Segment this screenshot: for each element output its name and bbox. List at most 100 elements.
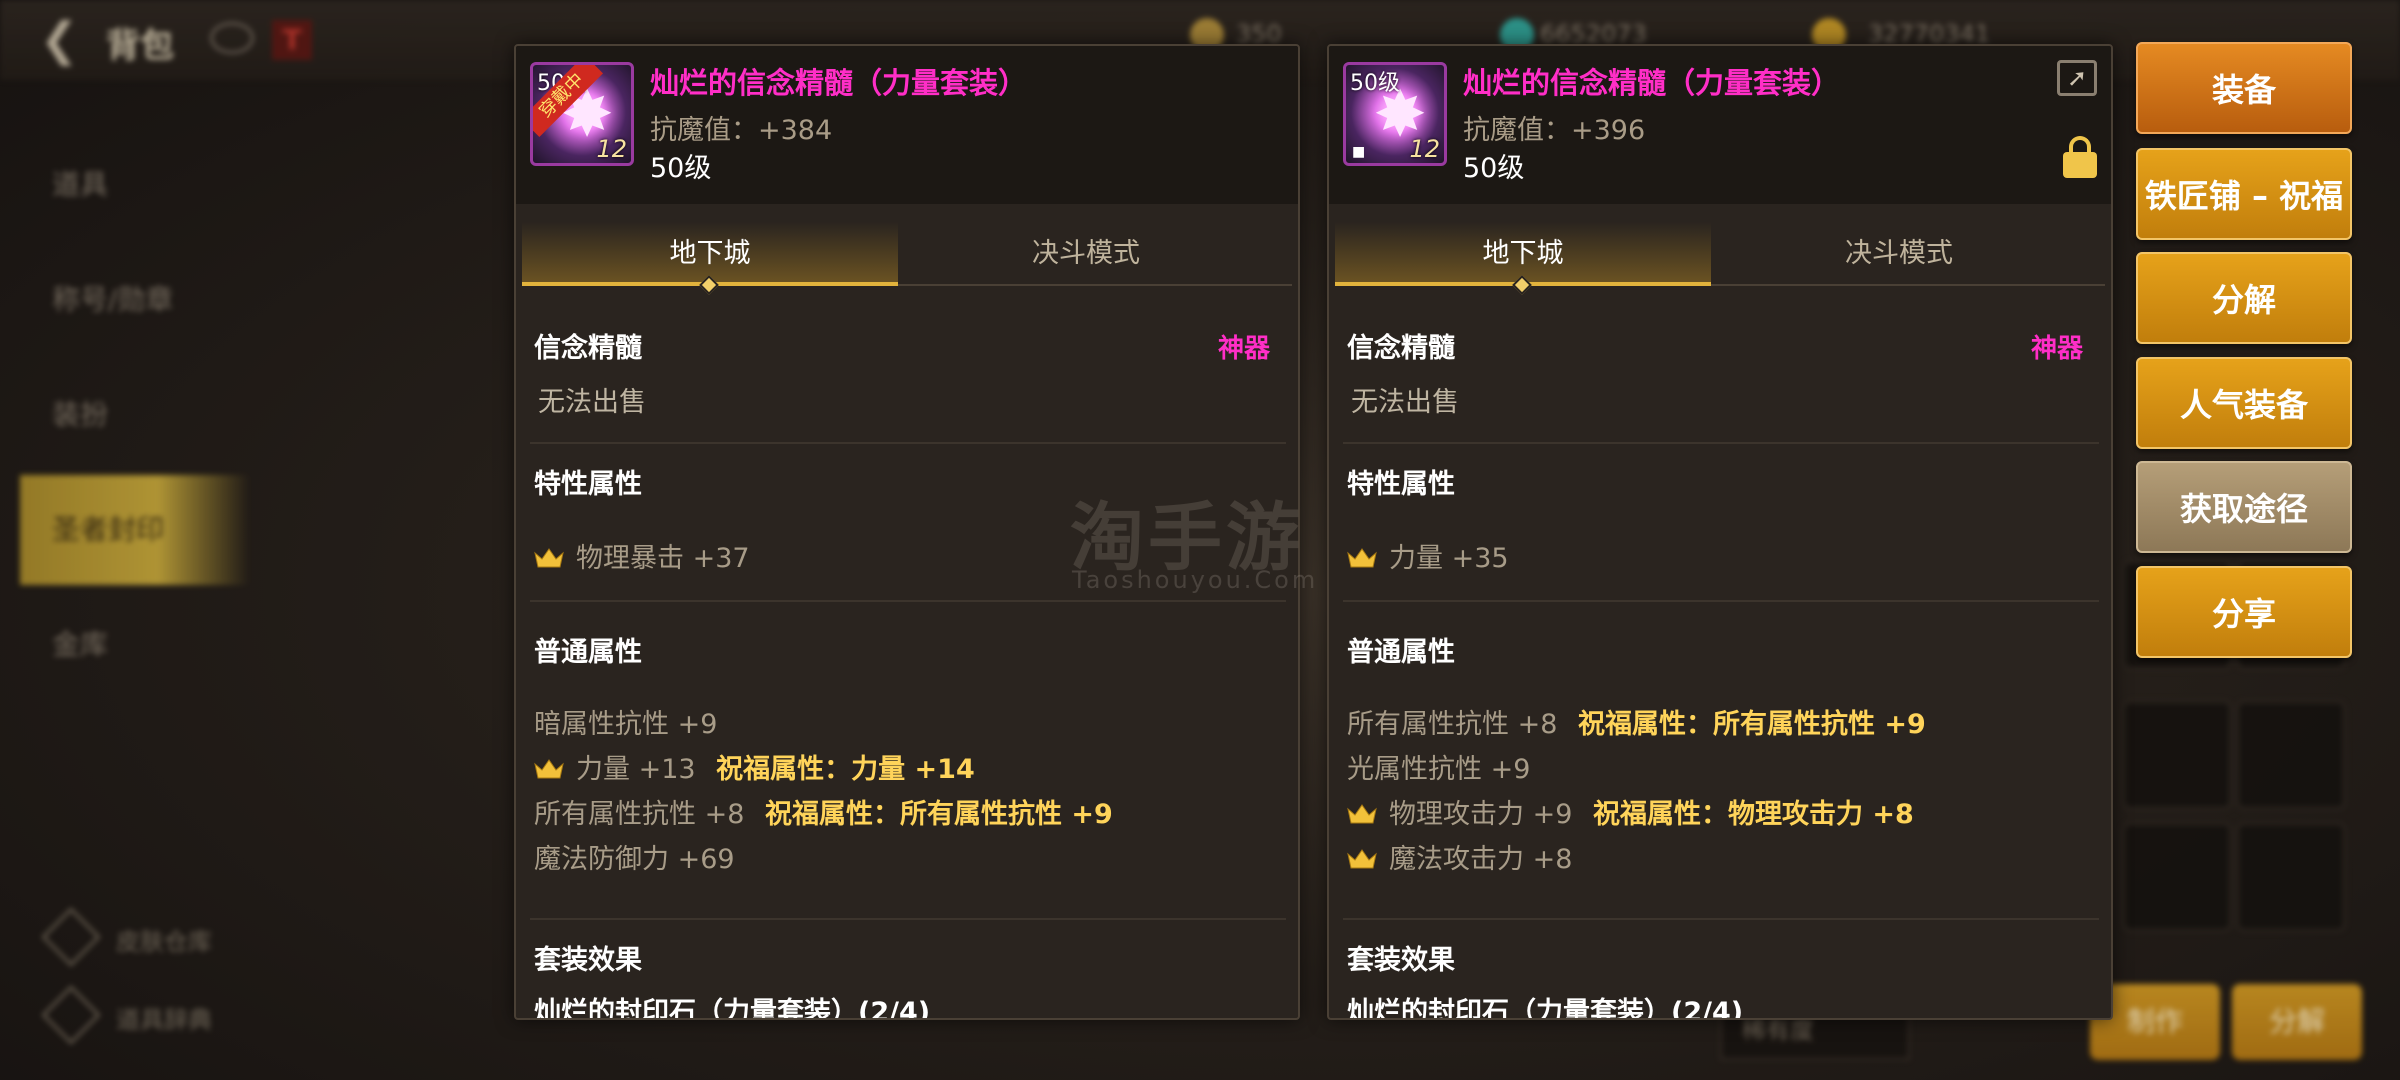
inventory-slot[interactable]: [2122, 700, 2232, 810]
skin-storage-label: 皮肤仓库: [116, 928, 212, 956]
game-screen: ❮ 背包 T 350 6652073 32770341 道具 称号/勋章 装扮 …: [0, 0, 2400, 1080]
tab-dungeon-label: 地下城: [669, 238, 751, 269]
tab-duel[interactable]: 决斗模式: [1711, 222, 2087, 286]
attr-text: 力量 +13: [576, 754, 696, 785]
disassemble-button[interactable]: 分解: [2136, 252, 2352, 344]
bless-attr: 祝福属性：所有属性抗性 +9: [1577, 709, 1926, 740]
diamond-icon: [41, 985, 101, 1045]
bless-attr: 祝福属性：物理攻击力 +8: [1592, 799, 1914, 830]
tab-marker-icon: [1512, 275, 1532, 295]
nav-item-titles[interactable]: 称号/勋章: [20, 245, 250, 355]
common-attr: 暗属性抗性 +9: [534, 702, 717, 741]
icon-number: 12: [1409, 135, 1440, 163]
share-icon[interactable]: ➚: [2057, 60, 2097, 96]
page-title: 背包: [106, 26, 174, 66]
item-name: 灿烂的信念精髓（力量套装）: [650, 66, 1028, 100]
blacksmith-bless-button[interactable]: 铁匠铺 – 祝福: [2136, 148, 2352, 240]
divider: [530, 600, 1286, 602]
crown-icon: [534, 758, 564, 780]
tab-marker-icon: [699, 275, 719, 295]
attr-text: 暗属性抗性 +9: [534, 709, 718, 740]
share-button[interactable]: 分享: [2136, 566, 2352, 658]
inventory-slot[interactable]: [2122, 822, 2232, 932]
set-title: 套装效果: [1347, 945, 1455, 976]
tab-dungeon[interactable]: 地下城: [1335, 222, 1711, 295]
t-badge-icon[interactable]: T: [272, 20, 312, 60]
tab-duel[interactable]: 决斗模式: [898, 222, 1274, 286]
trait-text: 力量 +35: [1389, 543, 1509, 574]
attr-text: 所有属性抗性 +8: [534, 799, 745, 830]
lock-icon[interactable]: [2063, 136, 2097, 178]
trait-attribute: 物理暴击 +37: [534, 536, 750, 575]
trait-title: 特性属性: [1347, 469, 1455, 500]
common-title: 普通属性: [534, 637, 642, 668]
item-level: 50级: [650, 153, 712, 184]
item-icon: ✸ 50级 ■ 12: [1343, 62, 1447, 166]
item-dictionary-link[interactable]: 道具辞典: [41, 985, 212, 1045]
common-title: 普通属性: [1347, 637, 1455, 668]
lock-body: [2063, 152, 2097, 178]
item-category: 信念精髓: [534, 333, 642, 364]
trait-title: 特性属性: [534, 469, 642, 500]
divider: [530, 918, 1286, 920]
crown-icon: [1347, 848, 1377, 870]
eye-icon[interactable]: [210, 22, 254, 54]
crown-icon: [534, 547, 564, 569]
trait-attribute: 力量 +35: [1347, 536, 1509, 575]
bg-disassemble-button[interactable]: 分解: [2232, 984, 2362, 1060]
popular-equipment-button[interactable]: 人气装备: [2136, 357, 2352, 449]
common-attr: 魔法防御力 +69: [534, 837, 735, 876]
item-header: ✸ 50级 ■ 12 灿烂的信念精髓（力量套装） 抗魔值：+396 50级 ➚: [1329, 46, 2111, 204]
attr-text: 魔法防御力 +69: [534, 844, 735, 875]
nav-item-avatar[interactable]: 装扮: [20, 360, 250, 470]
item-icon: ✸ 50级 穿戴中 12: [530, 62, 634, 166]
icon-number: 12: [596, 135, 627, 163]
mode-tabs: 地下城 决斗模式: [522, 222, 1292, 295]
watermark-en: Taoshouyou.Com: [1072, 566, 1319, 594]
lock-small-icon: ■: [1352, 144, 1366, 160]
divider: [1343, 918, 2099, 920]
bless-attr: 祝福属性：所有属性抗性 +9: [764, 799, 1113, 830]
sell-status: 无法出售: [1351, 387, 1459, 418]
item-tooltip-compare: ✸ 50级 ■ 12 灿烂的信念精髓（力量套装） 抗魔值：+396 50级 ➚ …: [1327, 44, 2113, 1020]
mode-tabs: 地下城 决斗模式: [1335, 222, 2105, 295]
rarity-badge: 神器: [2030, 334, 2083, 364]
common-attr: 魔法攻击力 +8: [1347, 837, 1572, 876]
nav-item-vault[interactable]: 金库: [20, 590, 250, 700]
attr-text: 物理攻击力 +9: [1389, 799, 1573, 830]
attr-text: 魔法攻击力 +8: [1389, 844, 1573, 875]
common-attr: 物理攻击力 +9 祝福属性：物理攻击力 +8: [1347, 792, 1914, 831]
crown-icon: [1347, 547, 1377, 569]
icon-level: 50级: [1350, 71, 1400, 96]
inventory-slot[interactable]: [2236, 700, 2346, 810]
diamond-icon: [41, 907, 101, 967]
common-attr: 光属性抗性 +9: [1347, 747, 1530, 786]
rarity-badge: 神器: [1217, 334, 1270, 364]
nav-item-items[interactable]: 道具: [20, 130, 250, 240]
item-name: 灿烂的信念精髓（力量套装）: [1463, 66, 1841, 100]
inventory-slot[interactable]: [2236, 822, 2346, 932]
item-header: ✸ 50级 穿戴中 12 灿烂的信念精髓（力量套装） 抗魔值：+384 50级: [516, 46, 1298, 204]
divider: [1343, 442, 2099, 444]
sell-status: 无法出售: [538, 387, 646, 418]
tab-dungeon-label: 地下城: [1482, 238, 1564, 269]
set-title: 套装效果: [534, 945, 642, 976]
item-category: 信念精髓: [1347, 333, 1455, 364]
equip-button[interactable]: 装备: [2136, 42, 2352, 134]
trait-text: 物理暴击 +37: [576, 543, 750, 574]
set-effect-line: 灿烂的封印石（力量套装）(2/4): [1347, 997, 1744, 1020]
attr-text: 光属性抗性 +9: [1347, 754, 1531, 785]
set-effect-line: 灿烂的封印石（力量套装）(2/4): [534, 997, 931, 1020]
crown-icon: [1347, 803, 1377, 825]
back-arrow-icon[interactable]: ❮: [40, 14, 90, 64]
common-attr: 所有属性抗性 +8 祝福属性：所有属性抗性 +9: [534, 792, 1113, 831]
skin-storage-link[interactable]: 皮肤仓库: [41, 907, 212, 967]
common-attr: 所有属性抗性 +8 祝福属性：所有属性抗性 +9: [1347, 702, 1926, 741]
acquire-path-button[interactable]: 获取途径: [2136, 461, 2352, 553]
magic-resistance: 抗魔值：+396: [1463, 115, 1646, 146]
divider: [1343, 600, 2099, 602]
nav-item-seal[interactable]: 圣者封印: [20, 475, 250, 585]
divider: [530, 442, 1286, 444]
tab-dungeon[interactable]: 地下城: [522, 222, 898, 295]
item-level: 50级: [1463, 153, 1525, 184]
